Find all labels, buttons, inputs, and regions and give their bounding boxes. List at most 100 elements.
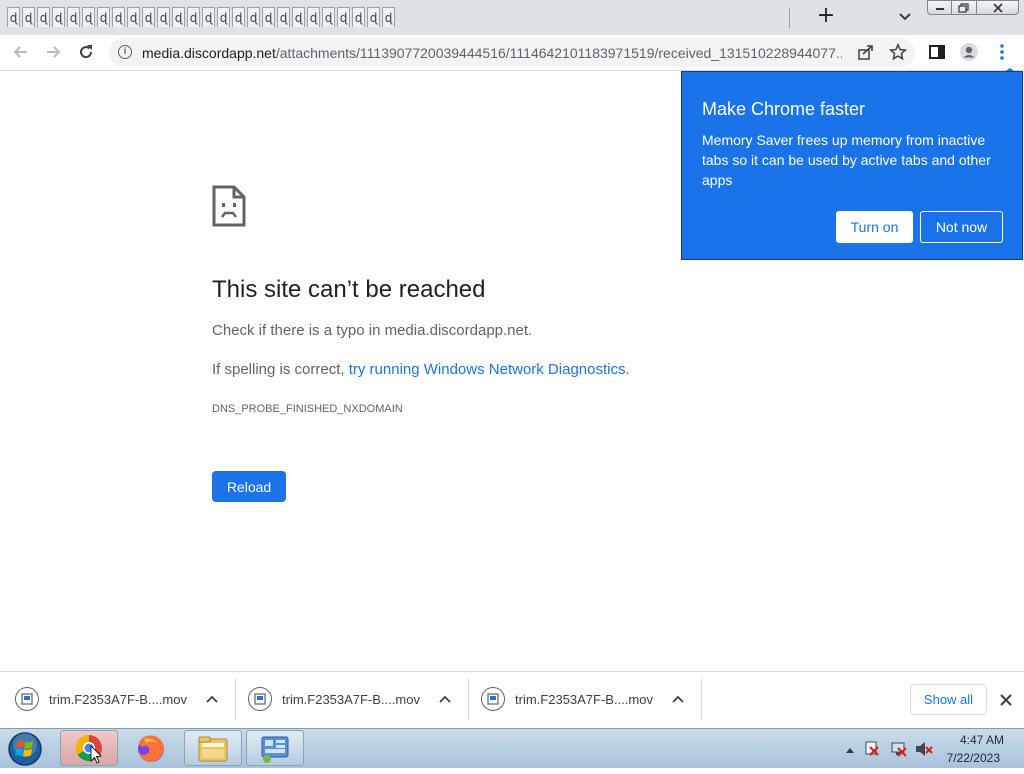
browser-tab[interactable]: ɖ [382, 7, 395, 27]
tab-search-button[interactable] [895, 8, 915, 26]
browser-tab[interactable]: ɖ [307, 7, 320, 27]
chevron-up-icon[interactable] [205, 692, 219, 706]
reload-page-button[interactable] [76, 42, 96, 62]
download-filename: trim.F2353A7F-B....mov [282, 692, 420, 707]
side-panel-button[interactable] [927, 42, 947, 62]
browser-tab[interactable]: ɖ [97, 7, 110, 27]
browser-tab[interactable]: ɖ [187, 7, 200, 27]
error-code: DNS_PROBE_FINISHED_NXDOMAIN [212, 403, 403, 415]
minimize-button[interactable] [927, 0, 952, 15]
browser-tab[interactable]: ɖ [127, 7, 140, 27]
windows-start-icon [8, 732, 42, 766]
divider [701, 678, 702, 720]
tab-favicon: ɖ [249, 10, 258, 25]
restore-button[interactable] [951, 0, 977, 15]
error-diagnostics-hint: If spelling is correct, try running Wind… [212, 361, 630, 379]
download-item[interactable]: trim.F2353A7F-B....mov [0, 672, 236, 728]
tab-favicon: ɖ [54, 10, 63, 25]
browser-tab[interactable]: ɖ [52, 7, 65, 27]
clock-time[interactable]: 4:47 AM [960, 733, 1004, 747]
chrome-menu-button[interactable] [992, 42, 1012, 62]
browser-tab[interactable]: ɖ [352, 7, 365, 27]
show-all-button[interactable]: Show all [910, 684, 987, 715]
browser-tab[interactable]: ɖ [142, 7, 155, 27]
typo-hint-host: media.discordapp.net [384, 322, 529, 339]
browser-tab[interactable]: ɖ [7, 7, 20, 27]
restore-icon [958, 2, 969, 13]
tab-favicon: ɖ [294, 10, 303, 25]
tab-favicon: ɖ [39, 10, 48, 25]
browser-tab[interactable]: ɖ [247, 7, 260, 27]
bookmark-button[interactable] [888, 42, 908, 62]
download-filename: trim.F2353A7F-B....mov [515, 692, 653, 707]
taskbar-firefox[interactable] [121, 730, 179, 766]
tab-strip: ɖɖɖɖɖɖɖɖɖɖɖɖɖɖɖɖɖɖɖɖɖɖɖɖɖɖ + [0, 0, 1024, 35]
browser-tab[interactable]: ɖ [37, 7, 50, 27]
browser-tab[interactable]: ɖ [82, 7, 95, 27]
error-typo-hint: Check if there is a typo in media.discor… [212, 322, 532, 340]
address-bar[interactable]: i media.discordapp.net/attachments/11139… [109, 38, 915, 67]
chevron-up-icon[interactable] [671, 692, 685, 706]
url-host: media.discordapp.net [142, 45, 276, 61]
download-shelf: trim.F2353A7F-B....mov trim.F2353A7F-B..… [0, 671, 1024, 728]
show-hidden-icons-icon [846, 748, 854, 753]
bubble-description: Memory Saver frees up memory from inacti… [702, 132, 991, 188]
turn-on-button[interactable]: Turn on [836, 211, 913, 243]
browser-tab[interactable]: ɖ [172, 7, 185, 27]
close-icon [992, 2, 1003, 13]
download-item[interactable]: trim.F2353A7F-B....mov [233, 672, 469, 728]
share-button[interactable] [856, 42, 876, 62]
chevron-up-icon[interactable] [438, 692, 452, 706]
tab-favicon: ɖ [174, 10, 183, 25]
network-diagnostics-link[interactable]: try running Windows Network Diagnostics [349, 361, 626, 378]
browser-toolbar: i media.discordapp.net/attachments/11139… [0, 35, 1024, 71]
browser-tab[interactable]: ɖ [367, 7, 380, 27]
tab-favicon: ɖ [339, 10, 348, 25]
video-file-icon [15, 687, 39, 711]
bubble-title: Make Chrome faster [702, 99, 866, 119]
kebab-menu-icon [1000, 44, 1004, 60]
reload-button[interactable]: Reload [212, 471, 286, 502]
close-window-button[interactable] [976, 0, 1019, 15]
tab-favicon: ɖ [24, 10, 33, 25]
info-icon[interactable]: i [118, 45, 132, 59]
browser-tab[interactable]: ɖ [232, 7, 245, 27]
browser-tab[interactable]: ɖ [262, 7, 275, 27]
forward-button[interactable] [43, 42, 63, 62]
url-text[interactable]: media.discordapp.net/attachments/1113907… [142, 45, 842, 61]
profile-button[interactable] [959, 42, 979, 62]
profile-avatar-icon [960, 43, 978, 61]
browser-tab[interactable]: ɖ [157, 7, 170, 27]
browser-tab[interactable]: ɖ [337, 7, 350, 27]
taskbar-file-explorer[interactable] [184, 730, 242, 766]
browser-tab[interactable]: ɖ [22, 7, 35, 27]
not-now-button[interactable]: Not now [920, 211, 1003, 243]
arrow-left-icon [13, 46, 27, 58]
window-controls [927, 0, 1019, 17]
back-button[interactable] [11, 42, 31, 62]
tab-favicon: ɖ [114, 10, 123, 25]
browser-tab[interactable]: ɖ [277, 7, 290, 27]
browser-tab[interactable]: ɖ [292, 7, 305, 27]
refresh-icon [80, 45, 93, 59]
taskbar-control-panel[interactable] [246, 730, 304, 766]
browser-tab[interactable]: ɖ [217, 7, 230, 27]
browser-tab[interactable]: ɖ [67, 7, 80, 27]
clock-date[interactable]: 7/22/2023 [947, 751, 1000, 765]
star-icon [889, 43, 907, 61]
download-item[interactable]: trim.F2353A7F-B....mov [466, 672, 702, 728]
browser-tab[interactable]: ɖ [322, 7, 335, 27]
taskbar: 4:47 AM 7/22/2023 [0, 728, 1024, 768]
close-icon[interactable] [997, 691, 1015, 709]
firefox-icon [138, 735, 164, 762]
side-panel-icon [929, 45, 945, 59]
video-file-icon [481, 687, 505, 711]
sad-page-icon [212, 185, 246, 227]
start-button[interactable] [4, 731, 46, 767]
browser-tab[interactable]: ɖ [112, 7, 125, 27]
tab-favicon: ɖ [159, 10, 168, 25]
arrow-right-icon [47, 46, 61, 58]
new-tab-button[interactable]: + [815, 5, 837, 28]
browser-tab[interactable]: ɖ [202, 7, 215, 27]
taskbar-chrome[interactable] [60, 730, 118, 766]
